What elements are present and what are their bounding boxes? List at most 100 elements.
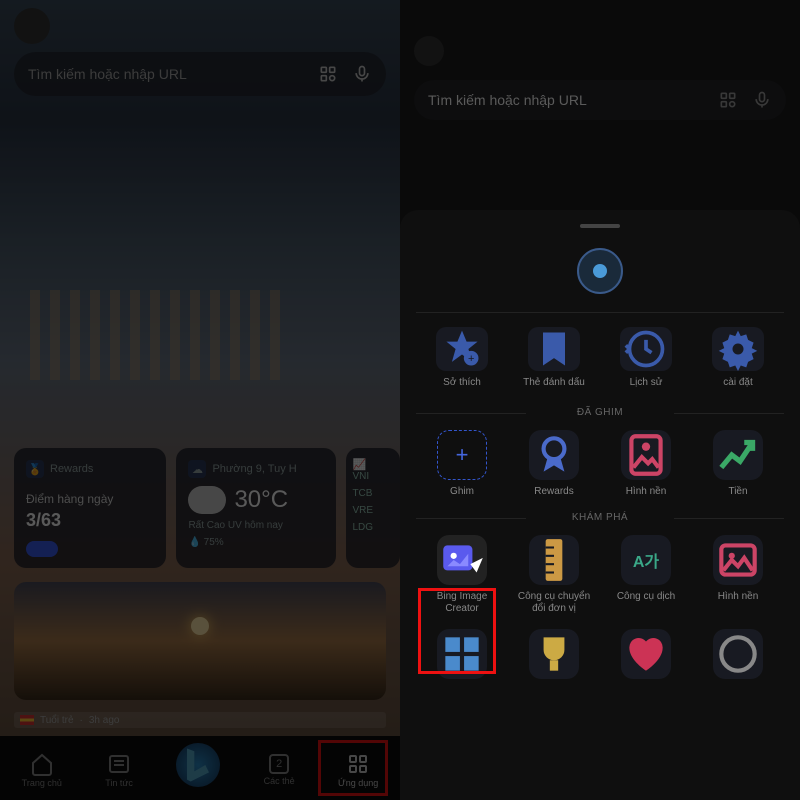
wallpaper-icon	[621, 430, 671, 480]
nav-news[interactable]: Tin tức	[105, 752, 133, 788]
pinned-row: + Ghim Rewards Hình nền Tiền	[416, 430, 784, 498]
bing-icon	[176, 743, 220, 787]
pinned-wallpaper[interactable]: Hình nền	[606, 430, 686, 498]
right-screen: Tìm kiếm hoặc nhập URL + Sở thích Thẻ đá…	[400, 0, 800, 800]
grid-label: Ghim	[450, 486, 474, 498]
stocks-card[interactable]: 📈 VNI TCB VRE LDG	[346, 448, 400, 568]
gear-icon	[712, 327, 764, 371]
explore-translate[interactable]: A가 Công cụ dịch	[606, 535, 686, 615]
quick-bookmarks[interactable]: Thẻ đánh dấu	[514, 327, 594, 389]
rewards-title: Rewards	[50, 463, 93, 475]
grid-label: Công cụ chuyển đổi đơn vị	[514, 591, 594, 615]
weather-temp: 30°C	[234, 486, 288, 514]
quick-actions-row: + Sở thích Thẻ đánh dấu Lịch sử cài đặt	[416, 327, 784, 389]
news-time: 3h ago	[89, 715, 120, 726]
left-screen: Tìm kiếm hoặc nhập URL 🏅 Rewards Điểm hàn…	[0, 0, 400, 800]
bottom-nav: Trang chủ Tin tức 2 Các thẻ Ứng dụng	[0, 736, 400, 800]
stock-line: VNI	[352, 471, 394, 482]
trophy-icon	[529, 629, 579, 679]
grid-label: Hình nền	[718, 591, 759, 603]
pinned-money[interactable]: Tiền	[698, 430, 778, 498]
image-creator-icon	[437, 535, 487, 585]
profile-avatar[interactable]	[14, 8, 50, 44]
apps-panel: + Sở thích Thẻ đánh dấu Lịch sử cài đặt …	[400, 210, 800, 800]
translate-icon: A가	[633, 548, 659, 572]
stock-line: VRE	[352, 505, 394, 516]
mic-icon[interactable]	[352, 64, 372, 84]
stock-line: TCB	[352, 488, 394, 499]
rewards-icon: 🏅	[26, 460, 44, 478]
quick-label: Lịch sử	[630, 377, 663, 389]
rewards-daily-label: Điểm hàng ngày	[26, 492, 154, 506]
quick-label: Thẻ đánh dấu	[523, 377, 585, 389]
rewards-count: 3/63	[26, 510, 154, 531]
drag-handle[interactable]	[580, 224, 620, 228]
cloud-icon	[188, 486, 226, 514]
stock-icon: 📈	[352, 458, 366, 471]
explore-item-8[interactable]	[698, 629, 778, 685]
sunset-card[interactable]	[14, 582, 386, 700]
explore-item-7[interactable]	[606, 629, 686, 685]
quick-history[interactable]: Lịch sử	[606, 327, 686, 389]
cards-row: 🏅 Rewards Điểm hàng ngày 3/63 ☁ Phường 9, …	[14, 448, 400, 568]
mic-icon[interactable]	[752, 90, 772, 110]
sun-icon	[191, 617, 209, 635]
nav-bing[interactable]	[176, 743, 220, 787]
weather-uv: Rất Cao UV hôm nay	[188, 520, 324, 531]
quick-favorites[interactable]: + Sở thích	[422, 327, 502, 389]
nav-home[interactable]: Trang chủ	[22, 752, 62, 788]
image-icon	[713, 535, 763, 585]
nav-label: Các thẻ	[264, 776, 295, 786]
rewards-card[interactable]: 🏅 Rewards Điểm hàng ngày 3/63	[14, 448, 166, 568]
camera-icon[interactable]	[318, 64, 338, 84]
quick-label: Sở thích	[443, 377, 481, 389]
quick-label: cài đặt	[723, 377, 752, 389]
divider	[416, 312, 784, 313]
search-bar[interactable]: Tìm kiếm hoặc nhập URL	[414, 80, 786, 120]
pinned-add[interactable]: + Ghim	[422, 430, 502, 498]
plus-icon: +	[456, 442, 469, 468]
nav-tabs[interactable]: 2 Các thẻ	[264, 754, 295, 786]
weather-location: Phường 9, Tuy H	[212, 463, 296, 475]
search-placeholder: Tìm kiếm hoặc nhập URL	[428, 92, 718, 108]
news-source: Tuổi trẻ	[40, 715, 74, 726]
explore-converter[interactable]: Công cụ chuyển đổi đơn vị	[514, 535, 594, 615]
stock-line: LDG	[352, 522, 394, 533]
camera-icon[interactable]	[718, 90, 738, 110]
search-placeholder: Tìm kiếm hoặc nhập URL	[28, 66, 318, 82]
grid-label: Rewards	[534, 486, 573, 498]
user-avatar[interactable]	[577, 248, 623, 294]
explore-wallpaper[interactable]: Hình nền	[698, 535, 778, 615]
svg-text:+: +	[468, 353, 474, 365]
pinned-section-title: ĐÃ GHIM	[416, 407, 784, 418]
medal-icon	[529, 430, 579, 480]
grid-label: Công cụ dịch	[617, 591, 675, 603]
highlight-apps	[318, 740, 388, 796]
bookmark-icon	[528, 327, 580, 371]
highlight-bing-creator	[418, 588, 496, 674]
news-strip[interactable]: Tuổi trẻ · 3h ago	[14, 712, 386, 728]
flag-icon	[20, 715, 34, 725]
circle-icon	[713, 629, 763, 679]
weather-humidity: 💧 75%	[188, 537, 324, 548]
tabs-icon: 2	[269, 754, 289, 774]
nav-label: Tin tức	[105, 778, 133, 788]
grid-label: Hình nền	[626, 486, 667, 498]
weather-icon: ☁	[188, 460, 206, 478]
explore-section-title: KHÁM PHÁ	[416, 512, 784, 523]
history-icon	[620, 327, 672, 371]
heart-icon	[621, 629, 671, 679]
chart-up-icon	[713, 430, 763, 480]
weather-card[interactable]: ☁ Phường 9, Tuy H 30°C Rất Cao UV hôm nay…	[176, 448, 336, 568]
grid-label: Tiền	[728, 486, 747, 498]
search-bar[interactable]: Tìm kiếm hoặc nhập URL	[14, 52, 386, 96]
home-icon	[30, 752, 54, 776]
nav-label: Trang chủ	[22, 778, 62, 788]
rewards-toggle[interactable]	[26, 541, 58, 557]
explore-item-6[interactable]	[514, 629, 594, 685]
background-image-ruins	[0, 200, 400, 380]
pinned-rewards[interactable]: Rewards	[514, 430, 594, 498]
profile-avatar[interactable]	[414, 36, 444, 66]
ruler-icon	[529, 535, 579, 585]
quick-settings[interactable]: cài đặt	[698, 327, 778, 389]
